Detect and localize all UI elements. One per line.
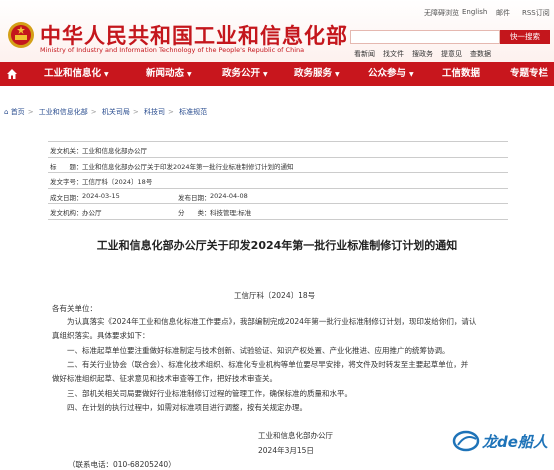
paragraph: 三、部机关相关司局要做好行业标准制修订过程的管理工作，确保标准的质量和水平。 [67,389,352,398]
search-input[interactable] [350,30,500,44]
breadcrumb-home[interactable]: 首页 [11,108,25,116]
chevron-down-icon: ▼ [104,71,109,78]
nav-gov-services[interactable]: 政务服务 ▼ [294,62,340,86]
breadcrumb-departments[interactable]: 机关司局 [102,108,130,116]
quick-link-files[interactable]: 找文件 [383,49,404,59]
breadcrumb-sci-tech[interactable]: 科技司 [144,108,165,116]
breadcrumb-standards[interactable]: 标准规范 [179,108,207,116]
chevron-down-icon: ▼ [263,71,268,78]
quick-link-affairs[interactable]: 搜政务 [412,49,433,59]
salutation: 各有关单位： [52,304,97,313]
nav-public-participation[interactable]: 公众参与 ▼ [368,62,414,86]
site-header: 中华人民共和国工业和信息化部 Ministry of Industry and … [0,0,554,62]
quick-link-feedback[interactable]: 提意见 [441,49,462,59]
info-category: 科技管理;标准 [210,209,252,217]
breadcrumb-ministry[interactable]: 工业和信息化部 [39,108,88,116]
site-subtitle: Ministry of Industry and Information Tec… [40,46,305,54]
nav-data[interactable]: 工信数据 [442,62,480,86]
paragraph: 真组织落实。具体要求如下： [52,331,150,340]
contact-phone: （联系电话：010-68205240） [68,460,176,469]
nav-gov-affairs[interactable]: 政务公开 ▼ [222,62,268,86]
english-link[interactable]: English [462,8,487,16]
sign-date: 2024年3月15日 [258,446,314,455]
document-title: 工业和信息化部办公厅关于印发2024年第一批行业标准制修订计划的通知 [96,239,458,252]
watermark-logo: 龙de船人 [452,430,549,452]
info-row-dept: 发文机构： 办公厅 分 类： 科技管理;标准 [48,204,508,220]
info-issuer: 工业和信息化部办公厅 [82,147,147,155]
info-row-title: 标 题： 工业和信息化部办公厅关于印发2024年第一批行业标准制修订计划的通知 [48,158,508,173]
nav-industry[interactable]: 工业和信息化 ▼ [44,62,109,86]
paragraph: 做好标准组织起草、征求意见和技术审查等工作，把好技术审查关。 [52,374,277,383]
chevron-down-icon: ▼ [335,71,340,78]
info-pub-date: 2024-04-08 [210,191,248,200]
document-number: 工信厅科〔2024〕18号 [234,291,316,300]
accessibility-link[interactable]: 无障碍浏览 [424,8,459,18]
search-button[interactable]: 快一搜索 [500,30,550,44]
nav-topics[interactable]: 专题专栏 [510,62,548,86]
info-row-dates: 成文日期： 2024-03-15 发布日期： 2024-04-08 [48,189,508,204]
national-emblem-icon [8,22,34,48]
quick-link-data[interactable]: 查数据 [470,49,491,59]
rss-link[interactable]: RSS订阅 [522,8,550,18]
document-info-table: 发文机关： 工业和信息化部办公厅 标 题： 工业和信息化部办公厅关于印发2024… [48,141,508,220]
breadcrumb: ⌂ 首页 > 工业和信息化部 > 机关司局 > 科技司 > 标准规范 [4,108,208,116]
chevron-down-icon: ▼ [409,71,414,78]
info-dept: 办公厅 [82,209,102,217]
home-icon[interactable] [6,68,18,80]
info-date: 2024-03-15 [82,191,120,200]
mail-link[interactable]: 邮件 [496,8,510,18]
home-icon: ⌂ [4,108,9,116]
paragraph: 一、标准起草单位要注重做好标准制定与技术创新、试验验证、知识产权处置、产业化推进… [67,346,450,355]
signer: 工业和信息化部办公厅 [258,431,333,440]
nav-news[interactable]: 新闻动态 ▼ [146,62,192,86]
info-docno: 工信厅科〔2024〕18号 [82,178,153,186]
main-nav: 工业和信息化 ▼ 新闻动态 ▼ 政务公开 ▼ 政务服务 ▼ 公众参与 ▼ 工信数据 专题专… [0,62,554,86]
chevron-down-icon: ▼ [187,71,192,78]
info-row-docno: 发文字号： 工信厅科〔2024〕18号 [48,173,508,189]
quick-link-news[interactable]: 看新闻 [354,49,375,59]
svg-text:龙de船人: 龙de船人 [482,433,549,451]
paragraph: 为认真落实《2024年工业和信息化标准工作要点》，我部编制完成2024年第一批行… [67,317,477,326]
info-title: 工业和信息化部办公厅关于印发2024年第一批行业标准制修订计划的通知 [82,162,294,171]
paragraph: 二、有关行业协会（联合会）、标准化技术组织、标准化专业机构等单位要尽早安排，将文… [67,360,469,369]
paragraph: 四、在计划的执行过程中，如需对标准项目进行调整，按有关规定办理。 [67,403,307,412]
info-row-issuer: 发文机关： 工业和信息化部办公厅 [48,142,508,158]
